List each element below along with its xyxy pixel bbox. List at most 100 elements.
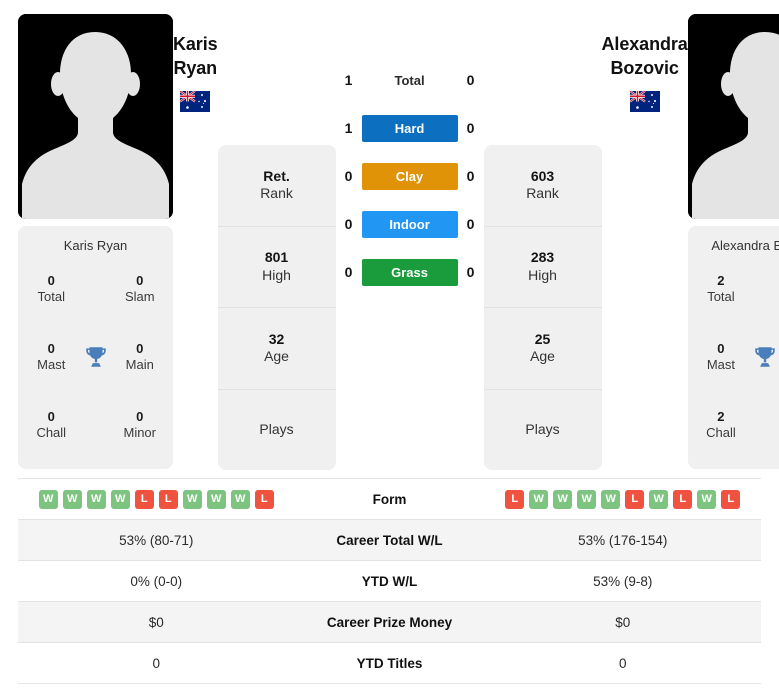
left-form-badge[interactable]: W xyxy=(86,489,106,509)
h2h-total-right-score: 0 xyxy=(466,72,475,88)
player-comparison-page: Karis Ryan 0 Total 0 Slam 0 Mast 0 Main … xyxy=(0,0,779,699)
h2h-indoor-left-score: 0 xyxy=(344,216,353,232)
h2h-row-indoor: 0 Indoor 0 xyxy=(336,210,484,238)
left-trophy-mast: 0 Mast xyxy=(24,341,79,374)
right-player-photo-column: Alexandra Bozovic 2 Total 0 Slam 0 Mast xyxy=(687,14,779,469)
right-form-badge[interactable]: W xyxy=(577,489,597,509)
left-rank-cell-plays: Plays xyxy=(218,390,336,471)
left-player-name-column: Karis Ryan xyxy=(173,14,218,112)
player-silhouette-icon xyxy=(18,14,173,219)
left-high-value: 801 xyxy=(264,249,289,266)
right-form-badge[interactable]: L xyxy=(625,489,645,509)
left-form-badge[interactable]: W xyxy=(38,489,58,509)
left-plays-label: Plays xyxy=(259,421,294,437)
left-trophy-mast-value: 0 xyxy=(47,341,55,357)
left-trophy-icon-cell xyxy=(79,344,113,370)
right-player-photo-name: Alexandra Bozovic xyxy=(711,238,779,253)
right-player-trophy-card: Alexandra Bozovic 2 Total 0 Slam 0 Mast xyxy=(687,226,779,469)
left-form-badge[interactable]: L xyxy=(158,489,178,509)
right-age-value: 25 xyxy=(534,330,551,347)
left-form-badges: WWWWLLWWWL xyxy=(18,489,295,509)
left-trophy-main-label: Main xyxy=(125,357,154,373)
right-rank-cell-high: 283 High xyxy=(483,227,602,308)
left-trophy-slam-label: Slam xyxy=(124,289,155,305)
h2h-total-left-score: 1 xyxy=(344,72,353,88)
row-label-career-total-wl: Career Total W/L xyxy=(336,532,443,548)
right-rank-cell-age: 25 Age xyxy=(483,308,602,390)
left-player-trophy-card: Karis Ryan 0 Total 0 Slam 0 Mast 0 Main … xyxy=(18,226,173,469)
right-high-label: High xyxy=(528,266,557,283)
right-trophy-chall-label: Chall xyxy=(706,425,736,441)
left-form-cell: WWWWLLWWWL xyxy=(18,489,295,509)
table-row-ytd-wl: 0% (0-0) YTD W/L 53% (9-8) xyxy=(18,561,761,602)
left-trophy-chall-label: Chall xyxy=(36,425,67,441)
table-row-form: WWWWLLWWWL Form LWWWWLWLWL xyxy=(18,479,761,520)
left-rank-cell-age: 32 Age xyxy=(217,308,336,390)
left-career-total-wl: 53% (80-71) xyxy=(119,532,194,548)
right-form-badge[interactable]: W xyxy=(649,489,669,509)
h2h-grass-left-score: 0 xyxy=(344,264,353,280)
right-ytd-titles: 0 xyxy=(618,655,627,671)
h2h-indoor-right-score: 0 xyxy=(466,216,475,232)
right-trophy-chall-value: 2 xyxy=(717,408,725,424)
right-player-photo[interactable] xyxy=(687,14,779,219)
left-form-badge[interactable]: W xyxy=(230,489,250,509)
right-player-rank-column: 603 Rank 283 High 25 Age Plays xyxy=(483,14,602,470)
left-player-name[interactable]: Karis Ryan xyxy=(173,32,218,81)
right-form-badge[interactable]: L xyxy=(673,489,693,509)
right-form-badge[interactable]: W xyxy=(529,489,549,509)
right-trophy-grid: 2 Total 0 Slam 0 Mast xyxy=(688,254,779,469)
left-player-photo[interactable] xyxy=(18,14,173,219)
h2h-grass-badge[interactable]: Grass xyxy=(361,258,458,286)
comparison-stats-table: WWWWLLWWWL Form LWWWWLWLWL 53% (80-71) C… xyxy=(18,478,761,684)
right-form-badge[interactable]: L xyxy=(505,489,525,509)
row-label-ytd-titles: YTD Titles xyxy=(356,655,423,671)
right-form-badge[interactable]: W xyxy=(697,489,717,509)
left-trophy-chall-value: 0 xyxy=(47,408,55,424)
left-trophy-slam: 0 Slam xyxy=(113,273,168,306)
left-form-badge[interactable]: L xyxy=(254,489,274,509)
left-trophy-main-value: 0 xyxy=(136,341,144,357)
left-trophy-minor-label: Minor xyxy=(123,425,156,441)
right-trophy-total-label: Total xyxy=(707,289,735,305)
h2h-hard-right-score: 0 xyxy=(466,120,475,136)
h2h-clay-left-score: 0 xyxy=(344,168,353,184)
h2h-hard-left-score: 1 xyxy=(344,120,353,136)
left-age-label: Age xyxy=(264,348,289,365)
left-trophy-total-label: Total xyxy=(37,289,65,305)
left-rank-cell-rank: Ret. Rank xyxy=(217,145,336,227)
right-player-name-column: Alexandra Bozovic xyxy=(602,14,688,112)
right-player-rank-card: 603 Rank 283 High 25 Age Plays xyxy=(483,145,602,470)
right-trophy-mast-value: 0 xyxy=(717,341,725,357)
left-player-rank-card: Ret. Rank 801 High 32 Age Plays xyxy=(217,145,336,471)
left-form-badge[interactable]: W xyxy=(182,489,202,509)
left-form-badge[interactable]: W xyxy=(206,489,226,509)
left-form-badge[interactable]: W xyxy=(62,489,82,509)
right-trophy-mast: 0 Mast xyxy=(694,341,749,374)
left-trophy-chall: 0 Chall xyxy=(24,409,79,442)
table-row-ytd-titles: 0 YTD Titles 0 xyxy=(18,643,761,684)
left-form-badge[interactable]: W xyxy=(110,489,130,509)
h2h-indoor-badge[interactable]: Indoor xyxy=(361,210,458,238)
right-form-badge[interactable]: W xyxy=(553,489,573,509)
left-rank-label: Rank xyxy=(260,185,293,202)
head-to-head-column: 1 Total 0 1 Hard 0 0 Clay 0 0 Indoor 0 0 xyxy=(336,14,484,286)
left-trophy-total-value: 0 xyxy=(47,273,55,289)
comparison-header: Karis Ryan 0 Total 0 Slam 0 Mast 0 Main … xyxy=(0,0,779,470)
left-form-badge[interactable]: L xyxy=(134,489,154,509)
trophy-icon xyxy=(85,347,106,368)
h2h-hard-badge[interactable]: Hard xyxy=(361,114,458,142)
right-player-name[interactable]: Alexandra Bozovic xyxy=(602,32,688,81)
right-form-badge[interactable]: W xyxy=(601,489,621,509)
right-rank-cell-rank: 603 Rank xyxy=(483,145,602,227)
right-career-prize-money: $0 xyxy=(615,614,631,630)
right-career-total-wl: 53% (176-154) xyxy=(578,532,668,548)
row-label-form: Form xyxy=(372,491,407,507)
table-row-career-total-wl: 53% (80-71) Career Total W/L 53% (176-15… xyxy=(18,520,761,561)
australia-flag-icon xyxy=(629,90,660,112)
right-trophy-total-value: 2 xyxy=(717,273,725,289)
right-form-badge[interactable]: L xyxy=(721,489,741,509)
h2h-clay-badge[interactable]: Clay xyxy=(361,162,458,190)
h2h-row-total: 1 Total 0 xyxy=(336,66,484,94)
right-trophy-total: 2 Total xyxy=(694,273,749,306)
